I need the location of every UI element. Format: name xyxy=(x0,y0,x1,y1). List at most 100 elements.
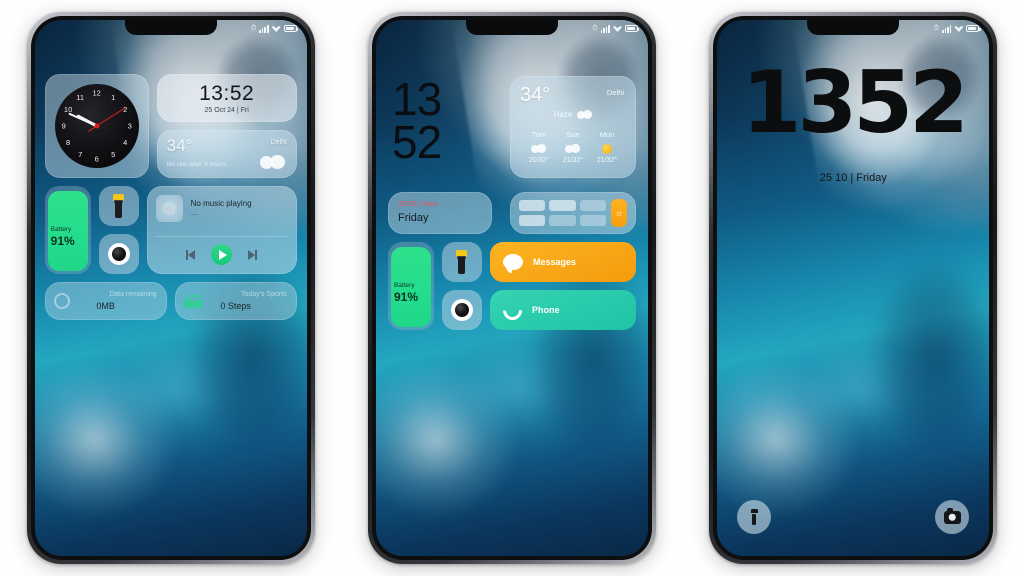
phone-tile[interactable]: Phone xyxy=(489,290,636,330)
music-widget[interactable]: No music playing — xyxy=(146,186,297,274)
flashlight-tile[interactable] xyxy=(441,242,482,282)
alarm-icon: ⏱ xyxy=(250,25,257,32)
messages-tile[interactable]: Messages xyxy=(489,242,636,282)
camera-lens-icon xyxy=(450,299,473,321)
digital-clock-widget[interactable]: 13:52 25 Oct 24 | Fri xyxy=(156,74,297,122)
forecast-day-name: Tom xyxy=(531,130,547,139)
weather-widget[interactable]: 34° Delhi No rain after 8 hours xyxy=(156,130,297,178)
cloud-icon xyxy=(259,155,286,169)
weather-city: Delhi xyxy=(270,139,287,146)
data-value: 0MB xyxy=(96,301,115,311)
flashlight-icon xyxy=(456,250,468,274)
forecast-day: Sun 21/32° xyxy=(556,130,590,164)
camera-shortcut[interactable] xyxy=(935,500,970,534)
signal-bars-icon xyxy=(941,25,952,33)
battery-value: 91% xyxy=(50,234,75,248)
camera-tile[interactable] xyxy=(98,234,139,274)
battery-label: Battery xyxy=(393,282,415,289)
data-title: Data remaining xyxy=(109,291,157,298)
widget-row-1: 1 2 3 4 5 6 7 8 9 10 11 12 13:52 25 Oct … xyxy=(44,74,297,178)
music-title: No music playing xyxy=(190,199,252,208)
date-widget[interactable]: 25/10 | Now Friday xyxy=(387,192,492,234)
cloud-icon xyxy=(531,144,547,153)
forecast-day-temps: 20/32° xyxy=(528,157,550,164)
toggle-grid[interactable] xyxy=(518,200,606,226)
battery-widget[interactable]: Battery 91% xyxy=(44,186,91,274)
signal-bars-icon xyxy=(259,25,269,33)
flashlight-tile[interactable] xyxy=(98,186,139,226)
clock-face: 1 2 3 4 5 6 7 8 9 10 11 12 xyxy=(54,84,139,168)
clock-center-pin xyxy=(94,123,100,129)
quick-toggles-widget[interactable]: ☼ xyxy=(509,192,636,234)
message-bubble-icon xyxy=(502,254,523,270)
weather-temperature: 34° xyxy=(166,136,193,155)
weather-condition: Haze xyxy=(553,110,573,119)
status-bar: ⏱ xyxy=(717,20,989,37)
date-widget-weekday: Friday xyxy=(397,212,429,224)
wifi-icon xyxy=(612,25,622,32)
brightness-slider[interactable]: ☼ xyxy=(610,199,627,227)
phone-2-lower-row: Battery 91% Messages Phone xyxy=(387,242,636,330)
phone-1-screen: ⏱ 1 2 3 4 5 6 7 8 9 10 11 12 13:52 25 Oc… xyxy=(34,20,307,556)
mini-tiles xyxy=(441,242,482,330)
clock-hours: 13 xyxy=(391,73,442,125)
battery-icon xyxy=(624,25,640,32)
cloud-icon xyxy=(577,110,593,119)
status-bar: ⏱ xyxy=(376,20,648,37)
widget-row-3: Data remaining 0MB Today's Sports 0 Step… xyxy=(44,282,297,320)
lockscreen-clock: 1352 xyxy=(741,53,969,153)
camera-icon xyxy=(943,508,961,524)
app-tiles: Messages Phone xyxy=(489,242,636,330)
camera-tile[interactable] xyxy=(441,290,482,330)
battery-widget[interactable]: Battery 91% xyxy=(387,242,434,330)
wifi-icon xyxy=(271,25,281,32)
play-icon[interactable] xyxy=(211,244,233,265)
alarm-icon: ⏱ xyxy=(933,25,939,32)
phone-3: ⏱ 1352 25 10 | Friday xyxy=(709,12,998,564)
phone-label: Phone xyxy=(531,305,560,315)
footsteps-icon xyxy=(183,294,202,308)
mini-tiles xyxy=(98,186,139,274)
phone-1: ⏱ 1 2 3 4 5 6 7 8 9 10 11 12 13:52 25 Oc… xyxy=(26,12,315,564)
phone-1-bezel: ⏱ 1 2 3 4 5 6 7 8 9 10 11 12 13:52 25 Oc… xyxy=(30,16,311,560)
analog-clock-widget[interactable]: 1 2 3 4 5 6 7 8 9 10 11 12 xyxy=(44,74,149,178)
clock-minutes: 52 xyxy=(391,116,442,169)
music-artist: — xyxy=(190,211,198,218)
forecast-day-name: Mon xyxy=(599,130,615,139)
weather-widget[interactable]: 34° Delhi Haze Tom 20/32° Sun 21/32° Mon… xyxy=(509,76,636,178)
status-bar: ⏱ xyxy=(35,20,307,37)
flashlight-shortcut[interactable] xyxy=(737,500,772,534)
forecast-day: Mon 21/32° xyxy=(590,130,624,164)
phone-2-bezel: ⏱ 13 52 34° Delhi Haze Tom 20/32° Sun 21… xyxy=(371,16,652,560)
cloud-icon xyxy=(565,144,581,153)
digital-time: 13:52 xyxy=(199,81,255,105)
data-remaining-widget[interactable]: Data remaining 0MB xyxy=(44,282,167,320)
lockscreen-date: 25 10 | Friday xyxy=(819,172,887,184)
phone-1-widget-grid: 1 2 3 4 5 6 7 8 9 10 11 12 13:52 25 Oct … xyxy=(44,74,297,320)
sun-icon xyxy=(601,143,612,154)
alarm-icon: ⏱ xyxy=(592,25,598,32)
forecast-day-temps: 21/32° xyxy=(596,157,618,164)
battery-label: Battery xyxy=(50,226,72,233)
phone-3-screen: ⏱ 1352 25 10 | Friday xyxy=(717,20,990,556)
phone-2: ⏱ 13 52 34° Delhi Haze Tom 20/32° Sun 21… xyxy=(367,12,656,564)
battery-icon xyxy=(966,25,981,32)
signal-bars-icon xyxy=(600,25,610,33)
widget-column-right: 13:52 25 Oct 24 | Fri 34° Delhi No rain … xyxy=(156,74,297,178)
widget-row-2: Battery 91% No music playing — xyxy=(44,186,297,274)
lockscreen-shortcuts xyxy=(737,500,970,534)
battery-value: 91% xyxy=(393,290,419,304)
battery-icon xyxy=(283,25,299,32)
flashlight-icon xyxy=(113,194,125,218)
messages-label: Messages xyxy=(532,257,577,267)
digital-date: 25 Oct 24 | Fri xyxy=(204,106,249,114)
handset-icon xyxy=(503,301,522,320)
large-clock: 13 52 xyxy=(391,73,442,169)
forecast-row: Tom 20/32° Sun 21/32° Mon 21/32° xyxy=(520,130,626,164)
data-usage-icon xyxy=(53,293,70,309)
forecast-day: Tom 20/32° xyxy=(522,130,556,164)
sports-widget[interactable]: Today's Sports 0 Steps xyxy=(174,282,297,320)
date-widget-top: 25/10 | Now xyxy=(397,199,438,208)
wifi-icon xyxy=(954,25,964,32)
screenshot-stage: ⏱ 1 2 3 4 5 6 7 8 9 10 11 12 13:52 25 Oc… xyxy=(0,0,1024,576)
